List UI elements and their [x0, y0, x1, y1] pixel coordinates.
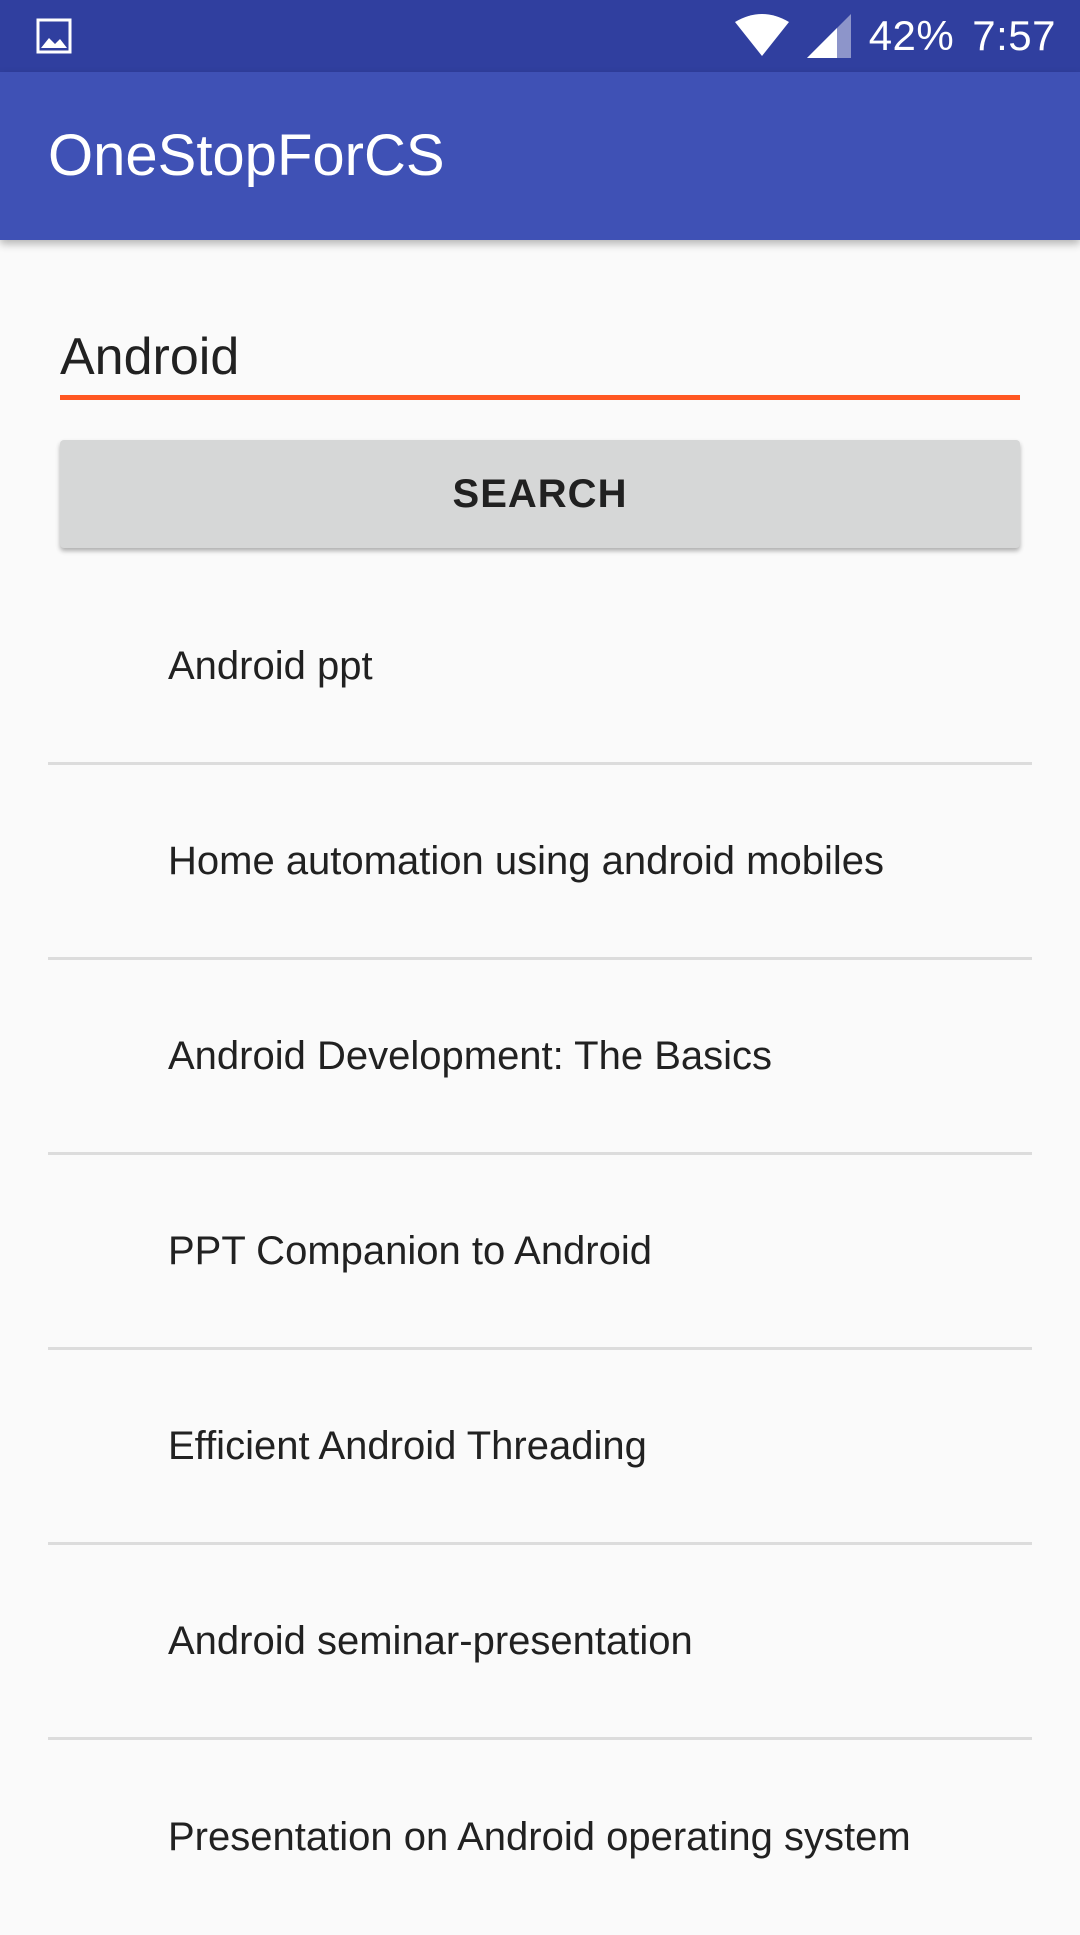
- list-item[interactable]: Android ppt: [48, 570, 1032, 765]
- list-item[interactable]: Efficient Android Threading: [48, 1350, 1032, 1545]
- cellular-signal-icon: [806, 14, 851, 58]
- list-item[interactable]: PPT Companion to Android: [48, 1155, 1032, 1350]
- list-item[interactable]: Home automation using android mobiles: [48, 765, 1032, 960]
- list-item[interactable]: Android seminar-presentation: [48, 1545, 1032, 1740]
- list-item[interactable]: Presentation on Android operating system: [48, 1740, 1032, 1935]
- list-item[interactable]: Android Development: The Basics: [48, 960, 1032, 1155]
- app-title: OneStopForCS: [48, 123, 445, 188]
- wifi-icon: [734, 14, 789, 58]
- clock: 7:57: [972, 12, 1056, 59]
- image-icon: [36, 18, 72, 54]
- app-bar: OneStopForCS: [0, 72, 1080, 240]
- search-input[interactable]: [60, 318, 1020, 400]
- status-right-group: 42% 7:57: [734, 0, 1056, 72]
- battery-percentage: 42%: [868, 12, 955, 59]
- search-button[interactable]: SEARCH: [60, 440, 1020, 548]
- status-bar: 42% 7:57: [0, 0, 1080, 72]
- results-list: Android ppt Home automation using androi…: [48, 570, 1032, 1935]
